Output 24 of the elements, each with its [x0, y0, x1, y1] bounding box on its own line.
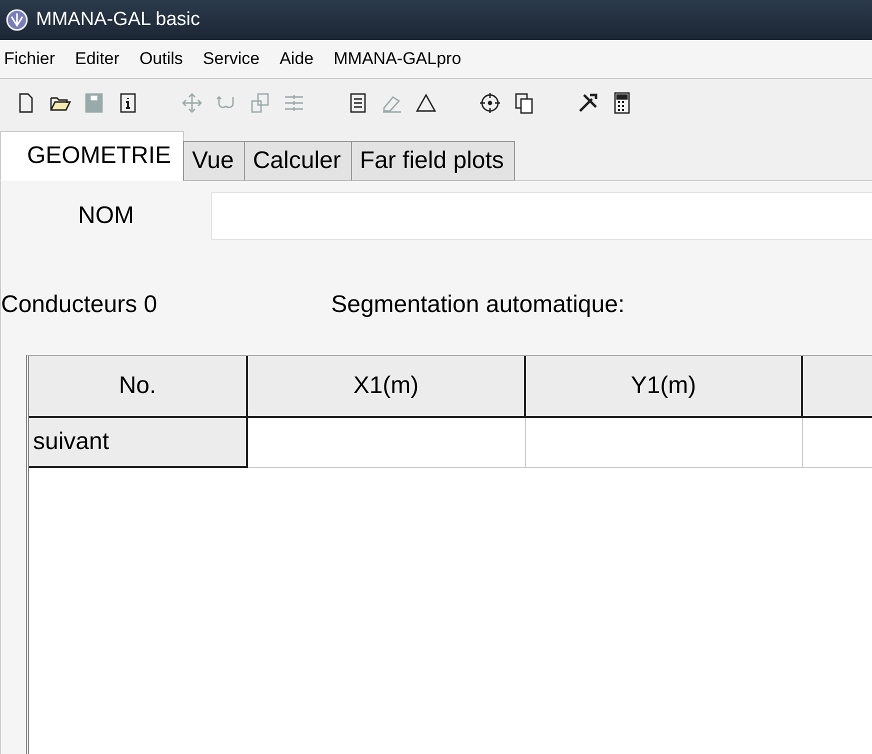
tab[interactable]: GEOMETRIE	[0, 131, 184, 181]
table-cell[interactable]	[526, 418, 803, 468]
menu-item[interactable]: MMANA-GALpro	[334, 49, 462, 69]
target-icon[interactable]	[478, 90, 502, 114]
column-header[interactable]: X1(m)	[248, 356, 526, 418]
column-header[interactable]: No.	[29, 356, 248, 418]
segmentation-label: Segmentation automatique:	[331, 291, 625, 319]
tab[interactable]: Vue	[183, 141, 245, 181]
conductor-count: Conducteurs 0	[1, 291, 158, 319]
row-header[interactable]: suivant	[29, 418, 248, 468]
menu-item[interactable]: Fichier	[4, 49, 56, 69]
menu-item[interactable]: Aide	[280, 49, 314, 69]
menu-item[interactable]: Service	[202, 49, 260, 69]
menu-item[interactable]: Editer	[75, 49, 120, 69]
name-field[interactable]	[211, 192, 872, 240]
column-header[interactable]	[803, 356, 872, 418]
window-title: MMANA-GAL basic	[36, 9, 200, 31]
app-icon	[6, 9, 28, 31]
tab[interactable]: Far field plots	[350, 141, 515, 181]
table-cell[interactable]	[248, 418, 526, 468]
column-header[interactable]: Y1(m)	[526, 356, 803, 418]
tab[interactable]: Calculer	[244, 141, 352, 181]
field-label: NOM	[77, 202, 135, 230]
menu-item[interactable]: Outils	[139, 49, 183, 69]
